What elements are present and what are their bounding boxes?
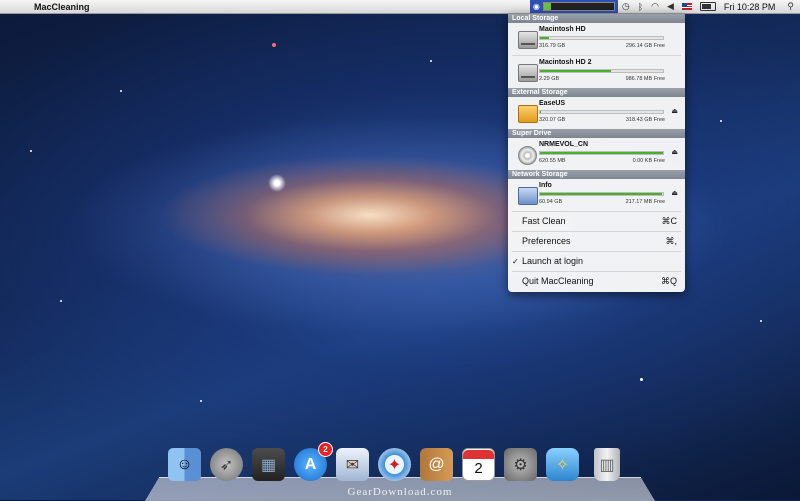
drive-capacity: 620.55 MB xyxy=(539,158,566,164)
mail-icon[interactable]: ✉ xyxy=(336,448,369,481)
section-header: External Storage xyxy=(508,88,685,97)
menu-item-label: Quit MacCleaning xyxy=(522,276,594,286)
drive-usage-fill xyxy=(540,111,542,113)
menu-item-label: Preferences xyxy=(522,236,571,246)
app-menu-title[interactable]: MacCleaning xyxy=(34,2,90,12)
drive-row[interactable]: Macintosh HD 316.79 GB 296.14 GB Free xyxy=(508,23,685,55)
finder-icon[interactable]: ☺ xyxy=(168,448,201,481)
calendar-icon[interactable]: 2 xyxy=(462,448,495,481)
mission-control-icon[interactable]: ▦ xyxy=(252,448,285,481)
contacts-icon[interactable]: @ xyxy=(420,448,453,481)
section-header: Local Storage xyxy=(508,14,685,23)
drive-name: EaseUS xyxy=(539,100,566,107)
star xyxy=(200,400,202,402)
status-usage-fill xyxy=(543,3,551,10)
eject-icon[interactable]: ⏏ xyxy=(671,107,678,115)
star xyxy=(430,60,432,62)
menu-item-label: Fast Clean xyxy=(522,216,566,226)
volume-icon[interactable]: ◀ xyxy=(667,1,674,12)
star xyxy=(640,378,643,381)
menu-item-shortcut: ⌘, xyxy=(665,236,677,246)
checkmark-icon: ✓ xyxy=(512,257,519,266)
external-drive-icon xyxy=(518,105,538,123)
drive-row[interactable]: Info 60.94 GB 217.17 MB Free ⏏ xyxy=(508,179,685,211)
status-area: ◉ ◷ ᛒ ◠ ◀ Fri 10:28 PM ⚲ xyxy=(529,0,800,13)
eject-icon[interactable]: ⏏ xyxy=(671,148,678,156)
menu-item-label: Launch at login xyxy=(522,256,584,266)
eject-icon[interactable]: ⏏ xyxy=(671,189,678,197)
system-preferences-icon[interactable]: ⚙ xyxy=(504,448,537,481)
drive-free-space: 0.00 KB Free xyxy=(632,158,665,164)
menu-item-preferences[interactable]: Preferences ⌘, xyxy=(508,232,685,251)
drive-usage-bar xyxy=(539,151,664,155)
drive-usage-bar xyxy=(539,69,664,73)
star xyxy=(720,120,722,122)
drive-name: Info xyxy=(539,182,552,189)
drive-usage-fill xyxy=(540,70,612,72)
time-machine-icon[interactable]: ◷ xyxy=(622,1,630,12)
bluetooth-icon[interactable]: ᛒ xyxy=(638,2,643,12)
spotlight-search-icon[interactable]: ⚲ xyxy=(787,1,794,12)
wifi-icon[interactable]: ◠ xyxy=(651,1,659,12)
section-header: Network Storage xyxy=(508,170,685,179)
app-store-icon[interactable]: A 2 xyxy=(294,442,333,481)
menu-bar: MacCleaning ◉ ◷ ᛒ ◠ ◀ Fri 10:28 PM ⚲ xyxy=(0,0,800,14)
drive-name: Macintosh HD xyxy=(539,26,586,33)
drive-row[interactable]: EaseUS 320.07 GB 318.43 GB Free ⏏ xyxy=(508,97,685,129)
battery-icon[interactable] xyxy=(699,2,716,11)
menu-item-shortcut: ⌘C xyxy=(661,216,678,226)
maccleaning-dropdown-menu: Local Storage Macintosh HD 316.79 GB 296.14… xyxy=(508,14,685,292)
drive-status-icon: ◉ xyxy=(532,2,540,11)
drive-usage-bar xyxy=(539,192,664,196)
section-header: Super Drive xyxy=(508,129,685,138)
star xyxy=(60,300,62,302)
drive-name: NRMEVOL_CN xyxy=(539,141,589,148)
menu-item-shortcut: ⌘Q xyxy=(660,276,677,286)
menu-item-fast-clean[interactable]: Fast Clean ⌘C xyxy=(508,212,685,231)
drive-usage-fill xyxy=(540,37,549,39)
input-source-flag-icon[interactable] xyxy=(681,3,692,10)
drive-name: Macintosh HD 2 xyxy=(539,59,592,66)
menu-item-launch-at-login[interactable]: ✓ Launch at login xyxy=(508,252,685,271)
star xyxy=(30,150,32,152)
drive-usage-fill xyxy=(540,152,663,154)
dock: ☺ ➶ ▦ A 2 ✉ ✦ @ 2 ⚙ ✧ ▥ xyxy=(168,442,620,481)
launchpad-icon[interactable]: ➶ xyxy=(210,448,243,481)
drive-capacity: 316.79 GB xyxy=(539,43,566,49)
network-drive-icon xyxy=(518,187,538,205)
drive-free-space: 217.17 MB Free xyxy=(625,199,665,205)
drive-free-space: 296.14 GB Free xyxy=(625,43,665,49)
drive-free-space: 318.43 GB Free xyxy=(625,117,665,123)
drive-capacity: 320.07 GB xyxy=(539,117,566,123)
maccleaning-icon[interactable]: ✧ xyxy=(546,448,579,481)
drive-usage-bar xyxy=(539,110,664,114)
app-store-badge: 2 xyxy=(318,442,333,457)
hard-drive-icon xyxy=(518,31,538,49)
drive-row[interactable]: NRMEVOL_CN 620.55 MB 0.00 KB Free ⏏ xyxy=(508,138,685,170)
menu-clock[interactable]: Fri 10:28 PM xyxy=(724,2,776,12)
drive-usage-bar xyxy=(539,36,664,40)
star xyxy=(268,174,286,192)
drive-capacity: 60.94 GB xyxy=(539,199,563,205)
menu-item-quit-maccleaning[interactable]: Quit MacCleaning ⌘Q xyxy=(508,272,685,291)
watermark: GearDownload.com xyxy=(347,486,453,498)
hard-drive-icon xyxy=(518,64,538,82)
safari-icon[interactable]: ✦ xyxy=(378,448,411,481)
drive-usage-fill xyxy=(540,193,662,195)
star xyxy=(120,90,122,92)
calendar-header xyxy=(463,450,494,459)
drive-capacity: 2.29 GB xyxy=(539,76,560,82)
trash-icon[interactable]: ▥ xyxy=(594,448,620,481)
drive-free-space: 986.78 MB Free xyxy=(625,76,665,82)
star xyxy=(272,43,276,47)
drive-row[interactable]: Macintosh HD 2 2.29 GB 986.78 MB Free xyxy=(508,56,685,88)
star xyxy=(760,320,762,322)
calendar-day: 2 xyxy=(474,460,483,477)
maccleaning-status-item[interactable]: ◉ xyxy=(529,0,618,13)
status-usage-bar xyxy=(542,2,615,11)
cd-icon xyxy=(518,146,537,165)
